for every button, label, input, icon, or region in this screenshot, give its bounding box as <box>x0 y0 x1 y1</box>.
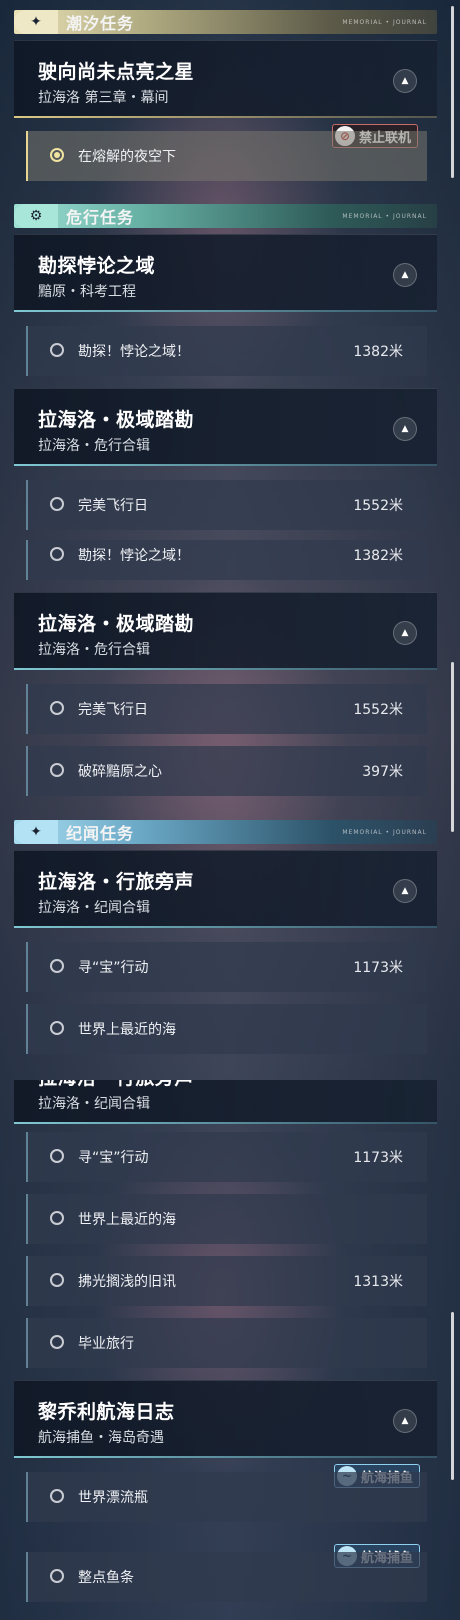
scrollbar[interactable] <box>451 1312 454 1480</box>
quest-name: 拉海洛・极域踏勘 <box>38 409 195 431</box>
sub-quest-label: 勘探！悖论之域！ <box>78 548 190 564</box>
sub-quest-label: 寻“宝”行动 <box>78 960 149 976</box>
sub-quest-heart[interactable]: 破碎黯原之心 397米 <box>26 746 427 796</box>
quest-subtitle: 拉海洛・纪闻合辑 <box>38 900 150 916</box>
collapse-chevron-icon[interactable]: ▲ <box>393 417 417 441</box>
distance-text: 1552米 <box>353 702 403 718</box>
category-story-header[interactable]: ✦ 纪闻任务 MEMORIAL • JOURNAL <box>14 820 437 844</box>
radio-icon <box>50 497 64 511</box>
compass-icon: ⚙ <box>14 204 58 228</box>
sub-quest-treasure[interactable]: 寻“宝”行动 1173米 <box>26 1132 427 1182</box>
collapse-chevron-icon[interactable]: ▲ <box>393 1409 417 1433</box>
quest-card-travel[interactable]: 拉海洛・行旅旁声 拉海洛・纪闻合辑 ▲ <box>14 850 437 928</box>
distance-text: 1313米 <box>353 1274 403 1290</box>
sub-quest-label: 寻“宝”行动 <box>78 1150 149 1166</box>
sub-quest-label: 破碎黯原之心 <box>78 764 162 780</box>
sub-quest-sea[interactable]: 世界上最近的海 <box>26 1194 427 1244</box>
category-tag: MEMORIAL • JOURNAL <box>342 212 427 220</box>
sub-quest-label: 整点鱼条 <box>78 1570 134 1586</box>
quest-name: 拉海洛・行旅旁声 <box>38 1080 194 1090</box>
sub-quest-graduation[interactable]: 毕业旅行 <box>26 1318 427 1368</box>
quest-subtitle: 拉海洛 第三章・幕间 <box>38 90 169 106</box>
quest-name: 拉海洛・极域踏勘 <box>38 613 195 635</box>
quest-panel-3: 拉海洛・行旅旁声 拉海洛・纪闻合辑 寻“宝”行动 1173米 世界上最近的海 拂… <box>0 1080 460 1620</box>
collapse-chevron-icon[interactable]: ▲ <box>393 69 417 93</box>
quest-subtitle: 航海捕鱼・海岛奇遇 <box>38 1430 164 1446</box>
sub-quest-treasure[interactable]: 寻“宝”行动 1173米 <box>26 942 427 992</box>
quest-panel-2: 勘探！悖论之域！ 1382米 拉海洛・极域踏勘 拉海洛・危行合辑 ▲ 完美飞行日… <box>0 540 460 1080</box>
sub-quest-explore[interactable]: 勘探！悖论之域！ 1382米 <box>26 326 427 376</box>
sub-quest-flight[interactable]: 完美飞行日 1552米 <box>26 480 427 530</box>
category-tag: MEMORIAL • JOURNAL <box>342 18 427 26</box>
distance-text: 397米 <box>362 764 403 780</box>
sub-quest-bottle[interactable]: 世界漂流瓶 <box>26 1472 427 1522</box>
quest-card-polar[interactable]: 拉海洛・极域踏勘 拉海洛・危行合辑 ▲ <box>14 592 437 670</box>
scrollbar[interactable] <box>451 662 454 832</box>
collapse-chevron-icon[interactable]: ▲ <box>393 621 417 645</box>
quest-name: 拉海洛・行旅旁声 <box>38 871 195 893</box>
radio-icon <box>50 763 64 777</box>
sub-quest-label: 完美飞行日 <box>78 498 148 514</box>
radio-icon <box>50 1273 64 1287</box>
category-title: 潮汐任务 <box>66 14 135 33</box>
scrollbar[interactable] <box>451 6 454 178</box>
quest-card-paradox[interactable]: 勘探悖论之域 黯原・科考工程 ▲ <box>14 234 437 312</box>
tracked-radio-icon <box>50 148 64 162</box>
sub-quest-label: 世界漂流瓶 <box>78 1490 148 1506</box>
radio-icon <box>50 959 64 973</box>
sub-quest-sea[interactable]: 世界上最近的海 <box>26 1004 427 1054</box>
quest-name: 勘探悖论之域 <box>38 255 156 277</box>
quest-card-polar[interactable]: 拉海洛・极域踏勘 拉海洛・危行合辑 ▲ <box>14 388 437 466</box>
radio-icon <box>50 1569 64 1583</box>
distance-text: 1382米 <box>353 548 403 564</box>
quest-card-log[interactable]: 黎乔利航海日志 航海捕鱼・海岛奇遇 ▲ <box>14 1380 437 1458</box>
radio-icon <box>50 1021 64 1035</box>
sub-quest-night[interactable]: 在熔解的夜空下 <box>26 131 427 181</box>
category-title: 纪闻任务 <box>66 824 135 843</box>
sub-quest-flight[interactable]: 完美飞行日 1552米 <box>26 684 427 734</box>
sub-quest-label: 勘探！悖论之域！ <box>78 344 190 360</box>
quest-name: 黎乔利航海日志 <box>38 1401 175 1423</box>
sub-quest-news[interactable]: 拂光搁浅的旧讯 1313米 <box>26 1256 427 1306</box>
collapse-chevron-icon[interactable]: ▲ <box>393 879 417 903</box>
quest-card-star[interactable]: 驶向尚未点亮之星 拉海洛 第三章・幕间 ▲ <box>14 40 437 118</box>
sparkle-icon: ✦ <box>14 820 58 844</box>
radio-icon <box>50 1489 64 1503</box>
distance-text: 1173米 <box>353 1150 403 1166</box>
collapse-chevron-icon[interactable]: ▲ <box>393 263 417 287</box>
category-title: 危行任务 <box>66 208 135 227</box>
sub-quest-label: 世界上最近的海 <box>78 1022 176 1038</box>
sub-quest-explore[interactable]: 勘探！悖论之域！ 1382米 <box>26 540 427 580</box>
sub-quest-label: 拂光搁浅的旧讯 <box>78 1274 176 1290</box>
radio-icon <box>50 343 64 357</box>
sub-quest-label: 毕业旅行 <box>78 1336 134 1352</box>
distance-text: 1382米 <box>353 344 403 360</box>
category-tide-header[interactable]: ✦ 潮汐任务 MEMORIAL • JOURNAL <box>14 10 437 34</box>
sub-quest-label: 世界上最近的海 <box>78 1212 176 1228</box>
quest-name: 驶向尚未点亮之星 <box>38 61 195 83</box>
distance-text: 1552米 <box>353 498 403 514</box>
quest-subtitle: 拉海洛・危行合辑 <box>38 438 150 454</box>
quest-subtitle: 拉海洛・纪闻合辑 <box>38 1096 150 1112</box>
quest-subtitle: 黯原・科考工程 <box>38 284 136 300</box>
sub-quest-label: 在熔解的夜空下 <box>78 149 176 165</box>
radio-icon <box>50 1335 64 1349</box>
sparkle-icon: ✦ <box>14 10 58 34</box>
radio-icon <box>50 1211 64 1225</box>
quest-panel-1: ✦ 潮汐任务 MEMORIAL • JOURNAL 驶向尚未点亮之星 拉海洛 第… <box>0 0 460 540</box>
quest-subtitle: 拉海洛・危行合辑 <box>38 642 150 658</box>
radio-icon <box>50 701 64 715</box>
distance-text: 1173米 <box>353 960 403 976</box>
quest-card-travel[interactable]: 拉海洛・行旅旁声 拉海洛・纪闻合辑 <box>14 1080 437 1124</box>
radio-icon <box>50 547 64 561</box>
category-danger-header[interactable]: ⚙ 危行任务 MEMORIAL • JOURNAL <box>14 204 437 228</box>
radio-icon <box>50 1149 64 1163</box>
sub-quest-fish[interactable]: 整点鱼条 <box>26 1552 427 1602</box>
sub-quest-label: 完美飞行日 <box>78 702 148 718</box>
category-tag: MEMORIAL • JOURNAL <box>342 828 427 836</box>
